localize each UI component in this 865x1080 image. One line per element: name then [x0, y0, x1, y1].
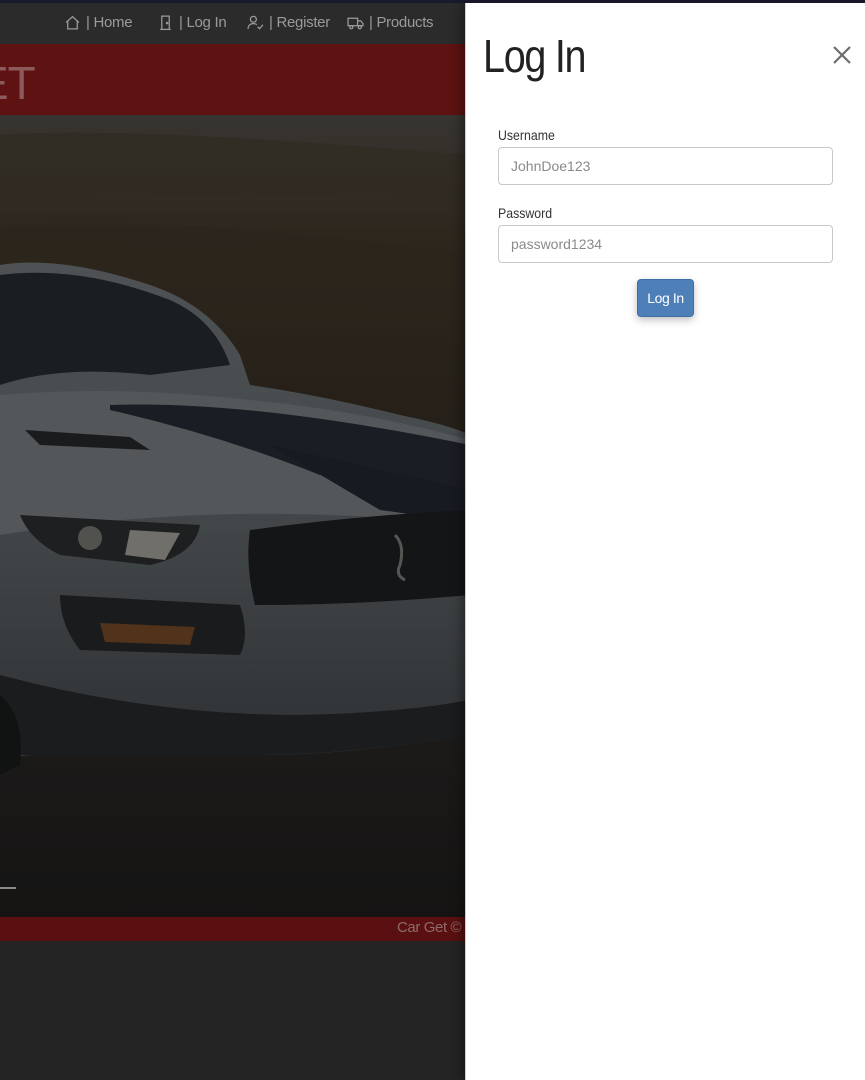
brand-logo-text: ET — [0, 57, 36, 109]
truck-icon — [347, 17, 364, 30]
footer-bar: Car Get © Co — [0, 917, 484, 941]
nav-products-link[interactable]: | Products — [347, 14, 434, 31]
close-button[interactable] — [830, 43, 854, 67]
hero-car-image — [0, 115, 470, 917]
username-label: Username — [498, 127, 555, 143]
brand-banner: ET — [0, 44, 470, 115]
password-label: Password — [498, 205, 553, 221]
close-icon — [833, 46, 851, 64]
login-title: Log In — [483, 30, 587, 82]
nav-register-link[interactable]: | Register — [247, 14, 330, 31]
nav-products-label: | Products — [369, 14, 434, 31]
nav-home-label: | Home — [86, 14, 133, 31]
nav-home-link[interactable]: | Home — [64, 14, 133, 31]
car-illustration — [0, 115, 470, 917]
nav-login-link[interactable]: | Log In — [157, 14, 227, 31]
login-drawer: Log In Username Password Log In — [465, 3, 865, 1080]
login-submit-button[interactable]: Log In — [637, 279, 694, 317]
user-check-icon — [247, 15, 264, 30]
username-input[interactable] — [498, 147, 833, 185]
nav-login-label: | Log In — [179, 14, 227, 31]
page-bottom — [0, 941, 470, 1080]
password-input[interactable] — [498, 225, 833, 263]
door-icon — [160, 15, 171, 31]
nav-register-label: | Register — [269, 14, 330, 31]
page: | Home | Log In | Register | Products ET — [0, 0, 865, 1080]
home-icon — [65, 15, 80, 30]
